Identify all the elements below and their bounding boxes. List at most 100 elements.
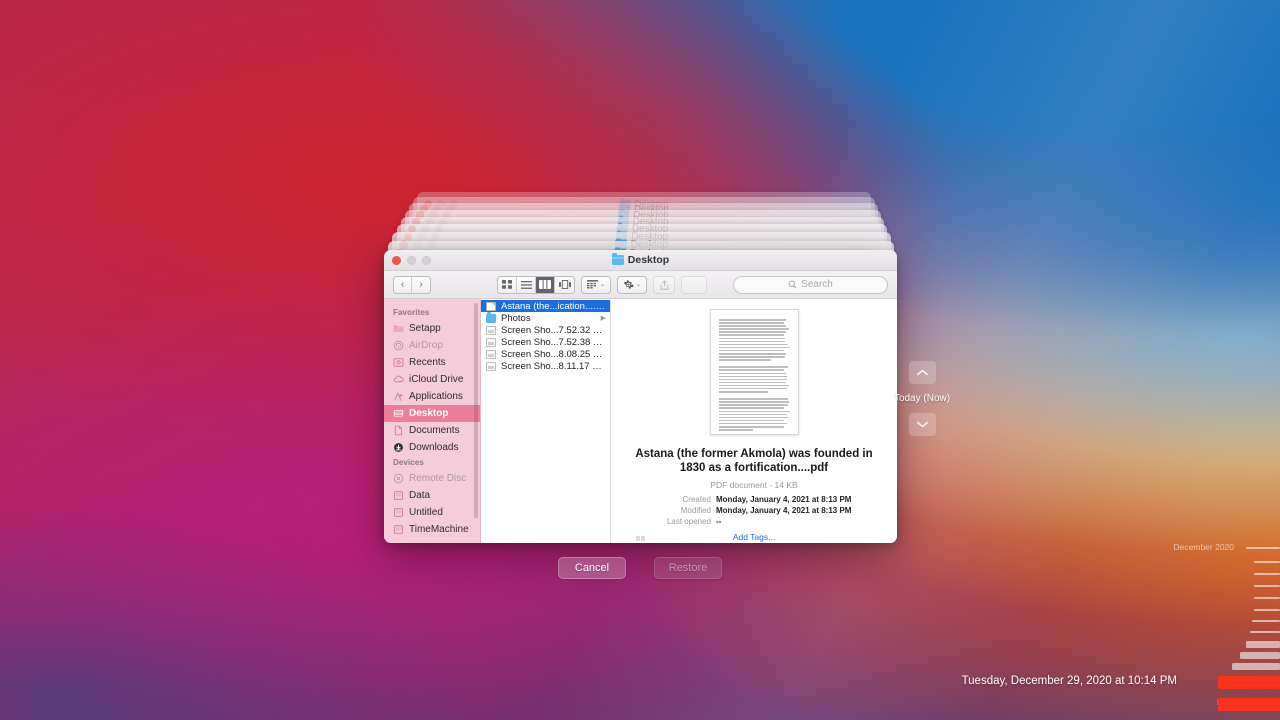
timeline-snapshot-tick[interactable] <box>1218 698 1280 711</box>
timeline-snapshot-tick[interactable] <box>1252 620 1280 622</box>
action-buttons: Cancel Restore <box>0 557 1280 579</box>
sidebar-item-label: TimeMachine <box>409 524 469 535</box>
sidebar-item-desktop[interactable]: Desktop <box>384 405 480 422</box>
airdrop-icon <box>393 340 404 351</box>
timeline-snapshot-tick[interactable] <box>1254 573 1280 575</box>
file-name: Screen Sho...7.52.38 PM <box>501 337 606 348</box>
thumbnail-text-line <box>719 376 788 378</box>
thumbnail-text-line <box>719 366 789 368</box>
drive-icon <box>393 507 404 518</box>
thumbnail-text-line <box>719 359 772 361</box>
timeline-snapshot-tick[interactable] <box>1240 652 1280 659</box>
restore-button[interactable]: Restore <box>654 557 722 579</box>
drive-icon <box>393 524 404 535</box>
thumbnail-text-line <box>719 420 784 422</box>
tags-button[interactable] <box>681 276 707 294</box>
back-chevron-icon: ‹ <box>401 280 404 290</box>
cancel-button[interactable]: Cancel <box>558 557 626 579</box>
thumbnail-text-line <box>719 404 789 406</box>
file-list-item[interactable]: Astana (the...ication....pdf <box>481 300 610 312</box>
window-titlebar: Desktop <box>384 250 897 271</box>
sidebar-item-downloads[interactable]: Downloads <box>384 439 480 456</box>
chevron-down-icon: ⌄ <box>600 282 605 288</box>
disc-icon <box>393 473 404 484</box>
action-menu-button[interactable]: ⌄ <box>617 276 647 294</box>
thumbnail-text-line <box>719 373 786 375</box>
sidebar-item-airdrop[interactable]: AirDrop <box>384 337 480 354</box>
metadata-key: Created <box>640 494 716 505</box>
thumbnail-text-line <box>719 356 786 358</box>
preview-metadata: Created Monday, January 4, 2021 at 8:13 P… <box>640 494 868 527</box>
file-list-item[interactable]: Screen Sho...8.08.25 PM <box>481 348 610 360</box>
navigate-forward-in-time-button[interactable] <box>909 413 936 436</box>
timeline-snapshot-tick[interactable] <box>1232 663 1280 670</box>
metadata-key: Last opened <box>640 516 716 527</box>
search-field[interactable]: Search <box>733 276 888 294</box>
thumbnail-text-line <box>719 401 789 403</box>
group-by-button[interactable]: ⌄ <box>581 276 611 294</box>
sidebar-item-applications[interactable]: Applications <box>384 388 480 405</box>
timeline-snapshot-tick[interactable] <box>1246 641 1280 648</box>
sidebar-scrollbar[interactable] <box>474 303 478 518</box>
sidebar-item-label: Remote Disc <box>409 473 466 484</box>
sidebar-item-documents[interactable]: Documents <box>384 422 480 439</box>
resize-grip[interactable] <box>635 536 646 541</box>
icon-view-button[interactable] <box>498 277 517 293</box>
thumbnail-text-line <box>719 350 784 352</box>
folder-icon <box>612 255 624 265</box>
thumbnail-text-line <box>719 325 786 327</box>
sidebar-item-label: AirDrop <box>409 340 443 351</box>
forward-button[interactable]: › <box>412 277 430 293</box>
image-icon <box>486 326 496 335</box>
sidebar-item-label: Data <box>409 490 430 501</box>
sidebar-item-remote-disc[interactable]: Remote Disc <box>384 470 480 487</box>
file-list-item[interactable]: Screen Sho...7.52.32 PM <box>481 324 610 336</box>
timeline-snapshot-tick[interactable] <box>1254 597 1280 599</box>
timeline-snapshot-tick[interactable] <box>1254 609 1280 611</box>
navigate-back-in-time-button[interactable] <box>909 361 936 384</box>
file-list: Astana (the...ication....pdf Photos ▶ Scree… <box>481 299 611 543</box>
group-icon <box>587 280 598 289</box>
sidebar-item-data[interactable]: Data <box>384 487 480 504</box>
share-button[interactable] <box>653 276 675 294</box>
thumbnail-text-line <box>719 319 786 321</box>
thumbnail-text-line <box>719 382 786 384</box>
file-list-item[interactable]: Photos ▶ <box>481 312 610 324</box>
thumbnail-text-line <box>719 423 788 425</box>
chevron-down-icon: ⌄ <box>636 282 641 288</box>
back-button[interactable]: ‹ <box>394 277 412 293</box>
image-icon <box>486 338 496 347</box>
clock-icon <box>393 357 404 368</box>
timeline-snapshot-tick[interactable] <box>1246 547 1280 549</box>
sidebar-item-label: Applications <box>409 391 463 402</box>
sidebar-item-untitled[interactable]: Untitled <box>384 504 480 521</box>
timeline-snapshot-tick[interactable] <box>1218 676 1280 689</box>
file-list-item[interactable]: Screen Sho...7.52.38 PM <box>481 336 610 348</box>
thumbnail-text-line <box>719 334 784 336</box>
column-view-button[interactable] <box>536 277 555 293</box>
sidebar-item-label: Downloads <box>409 442 458 453</box>
gallery-view-icon <box>559 280 571 289</box>
current-snapshot-label: Today (Now) <box>894 393 950 404</box>
sidebar-item-timemachine[interactable]: TimeMachine <box>384 521 480 538</box>
timeline-snapshot-tick[interactable] <box>1254 561 1280 563</box>
timeline-snapshot-tick[interactable] <box>1254 585 1280 587</box>
navigation-buttons: ‹ › <box>393 276 431 294</box>
timeline-snapshot-tick[interactable] <box>1250 631 1280 633</box>
add-tags-link[interactable]: Add Tags... <box>611 532 897 542</box>
image-icon <box>486 350 496 359</box>
metadata-row: Modified Monday, January 4, 2021 at 8:13 … <box>640 505 868 516</box>
list-view-button[interactable] <box>517 277 536 293</box>
sidebar-section-header: Favorites <box>384 306 480 320</box>
thumbnail-text-line <box>719 353 786 355</box>
sidebar-item-setapp[interactable]: Setapp <box>384 320 480 337</box>
time-machine-timeline[interactable]: December 2020 Now <box>1190 0 1280 720</box>
downloads-icon <box>393 442 404 453</box>
sidebar-item-recents[interactable]: Recents <box>384 354 480 371</box>
gallery-view-button[interactable] <box>555 277 574 293</box>
sidebar-item-icloud-drive[interactable]: iCloud Drive <box>384 371 480 388</box>
disclosure-arrow-icon[interactable]: ▶ <box>601 314 606 322</box>
folder-icon <box>393 323 404 334</box>
applications-icon <box>393 391 404 402</box>
file-list-item[interactable]: Screen Sho...8.11.17 PM <box>481 360 610 372</box>
